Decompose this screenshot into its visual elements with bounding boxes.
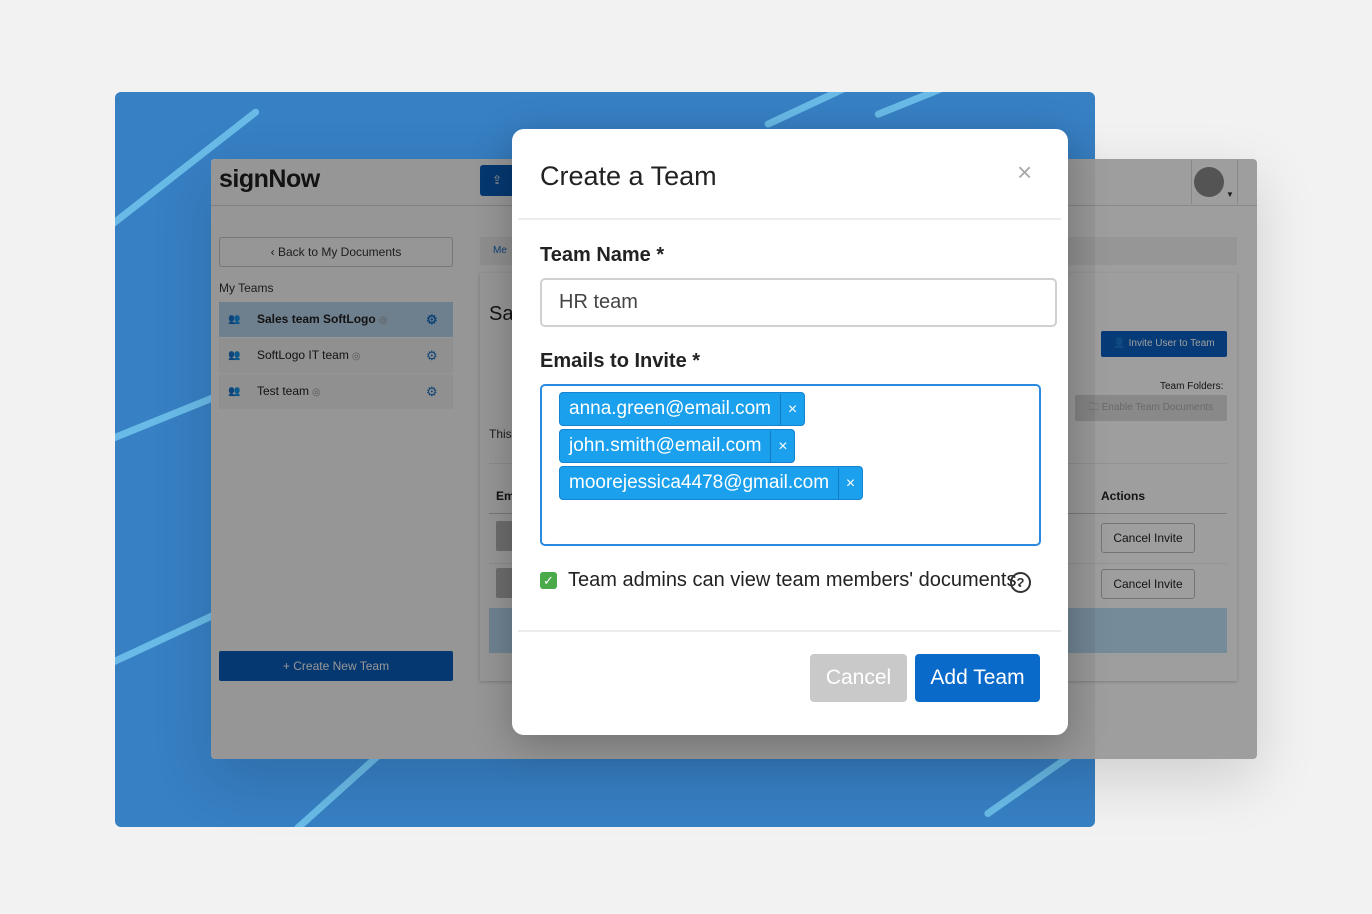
team-icon: 👥 (228, 386, 241, 397)
user-avatar-icon (1194, 167, 1224, 197)
emails-label: Emails to Invite * (540, 350, 701, 372)
team-label: Sales team SoftLogo (257, 312, 376, 326)
my-teams-heading: My Teams (219, 281, 274, 295)
gear-icon[interactable]: ⚙ (426, 338, 438, 373)
create-team-dialog: Create a Team × Team Name * Emails to In… (512, 129, 1068, 735)
remove-tag-icon[interactable]: × (770, 431, 794, 463)
emails-input[interactable]: anna.green@email.com × john.smith@email.c… (540, 384, 1041, 546)
help-icon[interactable]: ? (1010, 572, 1031, 593)
email-tag-text: moorejessica4478@gmail.com (569, 472, 830, 493)
decor-stripe (763, 92, 966, 129)
team-item-sales[interactable]: 👥 Sales team SoftLogo ◎ ⚙ (219, 302, 453, 337)
user-avatar[interactable]: ▼ (1191, 160, 1238, 204)
check-icon: ✓ (543, 573, 554, 588)
gear-icon[interactable]: ⚙ (426, 374, 438, 409)
dialog-title: Create a Team (540, 161, 717, 191)
enable-docs-label: Enable Team Documents (1101, 402, 1214, 413)
cancel-invite-button[interactable]: Cancel Invite (1101, 523, 1195, 553)
team-title: Sa (489, 303, 514, 325)
divider (518, 630, 1061, 632)
chevron-left-icon: ‹ (270, 245, 278, 259)
team-item-test[interactable]: 👥 Test team ◎ ⚙ (219, 374, 453, 409)
chevron-down-icon: ▼ (1226, 190, 1234, 199)
eye-icon: ◎ (351, 351, 361, 362)
team-icon: 👥 (228, 314, 241, 325)
back-to-documents-button[interactable]: ‹ Back to My Documents (219, 237, 453, 267)
email-tag-text: anna.green@email.com (569, 398, 772, 419)
team-description: This (489, 427, 512, 441)
upload-icon: ⇪ (492, 173, 503, 187)
eye-icon: ◎ (312, 387, 321, 398)
divider (518, 218, 1061, 220)
column-header-actions: Actions (1101, 489, 1146, 503)
signnow-logo: signNow (219, 165, 320, 193)
email-tag-text: john.smith@email.com (569, 435, 762, 456)
eye-icon: ◎ (378, 315, 388, 326)
remove-tag-icon[interactable]: × (780, 394, 804, 426)
invite-user-button[interactable]: 👤 Invite User to Team (1101, 331, 1227, 357)
team-item-it[interactable]: 👥 SoftLogo IT team ◎ ⚙ (219, 338, 453, 373)
remove-tag-icon[interactable]: × (838, 468, 862, 500)
back-label: Back to My Documents (277, 245, 402, 259)
close-icon[interactable]: × (1017, 159, 1032, 185)
team-name-input[interactable] (540, 278, 1057, 327)
user-icon: 👤 (1113, 338, 1129, 349)
folder-icon: 🗀 (1088, 402, 1102, 413)
cancel-button[interactable]: Cancel (810, 654, 907, 702)
admins-view-checkbox[interactable]: ✓ (540, 572, 557, 589)
create-new-team-button[interactable]: + Create New Team (219, 651, 453, 681)
add-team-button[interactable]: Add Team (915, 654, 1040, 702)
gear-icon[interactable]: ⚙ (426, 302, 438, 337)
invite-label: Invite User to Team (1128, 338, 1215, 349)
team-icon: 👥 (228, 350, 241, 361)
decor-stripe (873, 92, 1081, 119)
team-label: Test team (257, 384, 310, 398)
enable-team-documents-button[interactable]: 🗀 Enable Team Documents (1075, 395, 1227, 421)
team-label: SoftLogo IT team (257, 348, 349, 362)
team-name-label: Team Name * (540, 244, 665, 266)
email-tag: moorejessica4478@gmail.com × (559, 466, 864, 500)
email-tag: john.smith@email.com × (559, 429, 796, 463)
team-folders-label: Team Folders: (1160, 381, 1224, 392)
admins-view-label: Team admins can view team members' docum… (568, 569, 1022, 591)
email-tag: anna.green@email.com × (559, 392, 806, 426)
cancel-invite-button[interactable]: Cancel Invite (1101, 569, 1195, 599)
